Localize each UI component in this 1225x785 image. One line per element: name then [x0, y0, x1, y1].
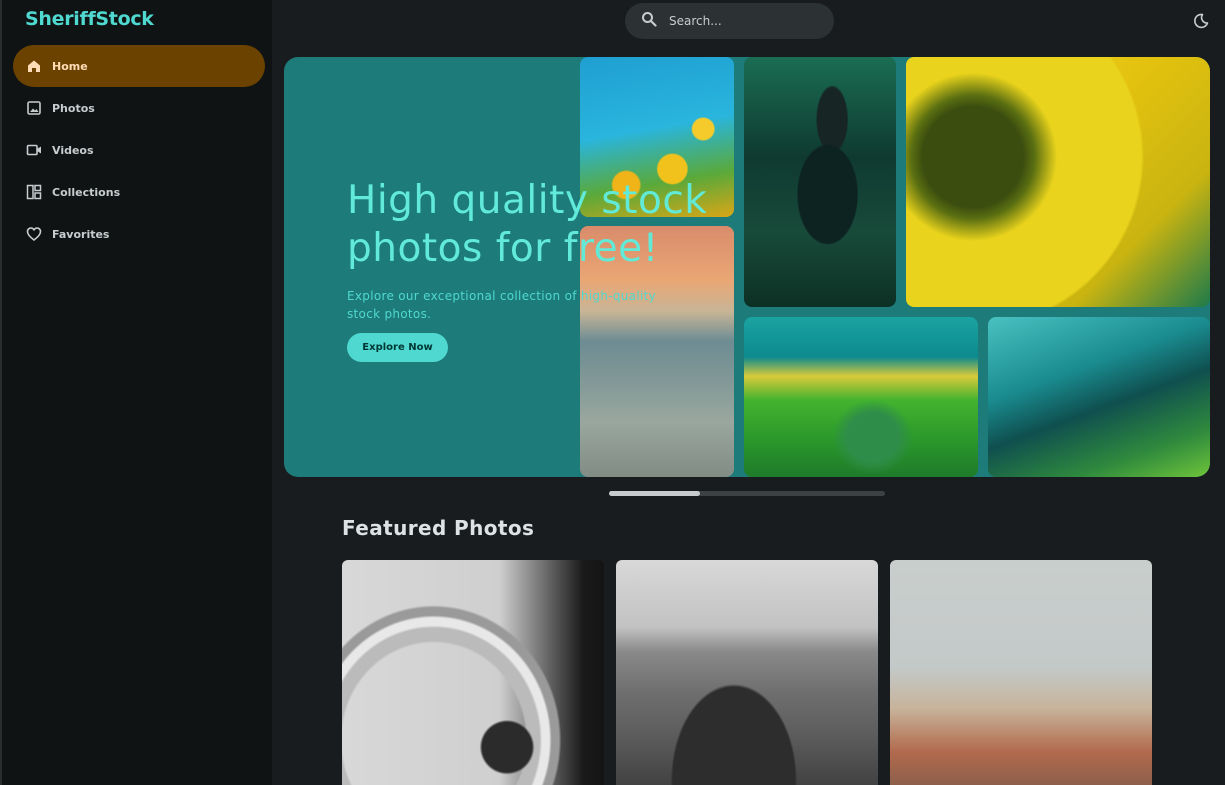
brand-logo[interactable]: SheriffStock: [25, 8, 154, 30]
sidebar-item-label: Photos: [52, 101, 95, 115]
sidebar-item-videos[interactable]: Videos: [13, 129, 265, 171]
search-input[interactable]: [669, 14, 819, 28]
hero-photo-man-cap: [744, 57, 896, 307]
hero-text: High quality stock photos for free! Expl…: [347, 177, 747, 362]
sidebar-item-collections[interactable]: Collections: [13, 171, 265, 213]
search-icon[interactable]: [641, 11, 657, 31]
hero-banner: High quality stock photos for free! Expl…: [284, 57, 1210, 477]
sidebar-item-label: Collections: [52, 185, 121, 199]
image-icon: [26, 100, 42, 116]
hero-photo-valley: [744, 317, 978, 477]
sidebar-item-label: Favorites: [52, 227, 110, 241]
sidebar-item-label: Videos: [52, 143, 94, 157]
moon-icon: [1192, 13, 1210, 34]
carousel-scrollbar[interactable]: [609, 491, 885, 496]
explore-now-button[interactable]: Explore Now: [347, 333, 448, 362]
hero-photo-mountains: [988, 317, 1210, 477]
sidebar-item-photos[interactable]: Photos: [13, 87, 265, 129]
sidebar-item-label: Home: [52, 59, 88, 73]
heart-icon: [26, 226, 42, 242]
sidebar-nav: Home Photos Videos Collections Favorites: [13, 45, 265, 255]
hero-subtitle: Explore our exceptional collection of hi…: [347, 289, 656, 321]
home-icon: [26, 58, 42, 74]
carousel-scroll-thumb[interactable]: [609, 491, 701, 496]
collections-icon: [26, 184, 42, 200]
featured-photos-title: Featured Photos: [342, 516, 535, 540]
sidebar: SheriffStock Home Photos Videos Collecti…: [0, 0, 272, 785]
theme-toggle-button[interactable]: [1192, 12, 1210, 30]
hero-photo-sunflower: [906, 57, 1210, 307]
video-icon: [26, 142, 42, 158]
featured-photo-card[interactable]: [342, 560, 604, 785]
app-window: SheriffStock Home Photos Videos Collecti…: [0, 0, 1225, 785]
sidebar-item-favorites[interactable]: Favorites: [13, 213, 265, 255]
hero-title: High quality stock photos for free!: [347, 178, 708, 271]
search-bar: [625, 3, 834, 39]
featured-photo-card[interactable]: [616, 560, 878, 785]
sidebar-item-home[interactable]: Home: [13, 45, 265, 87]
featured-photo-card[interactable]: [890, 560, 1152, 785]
